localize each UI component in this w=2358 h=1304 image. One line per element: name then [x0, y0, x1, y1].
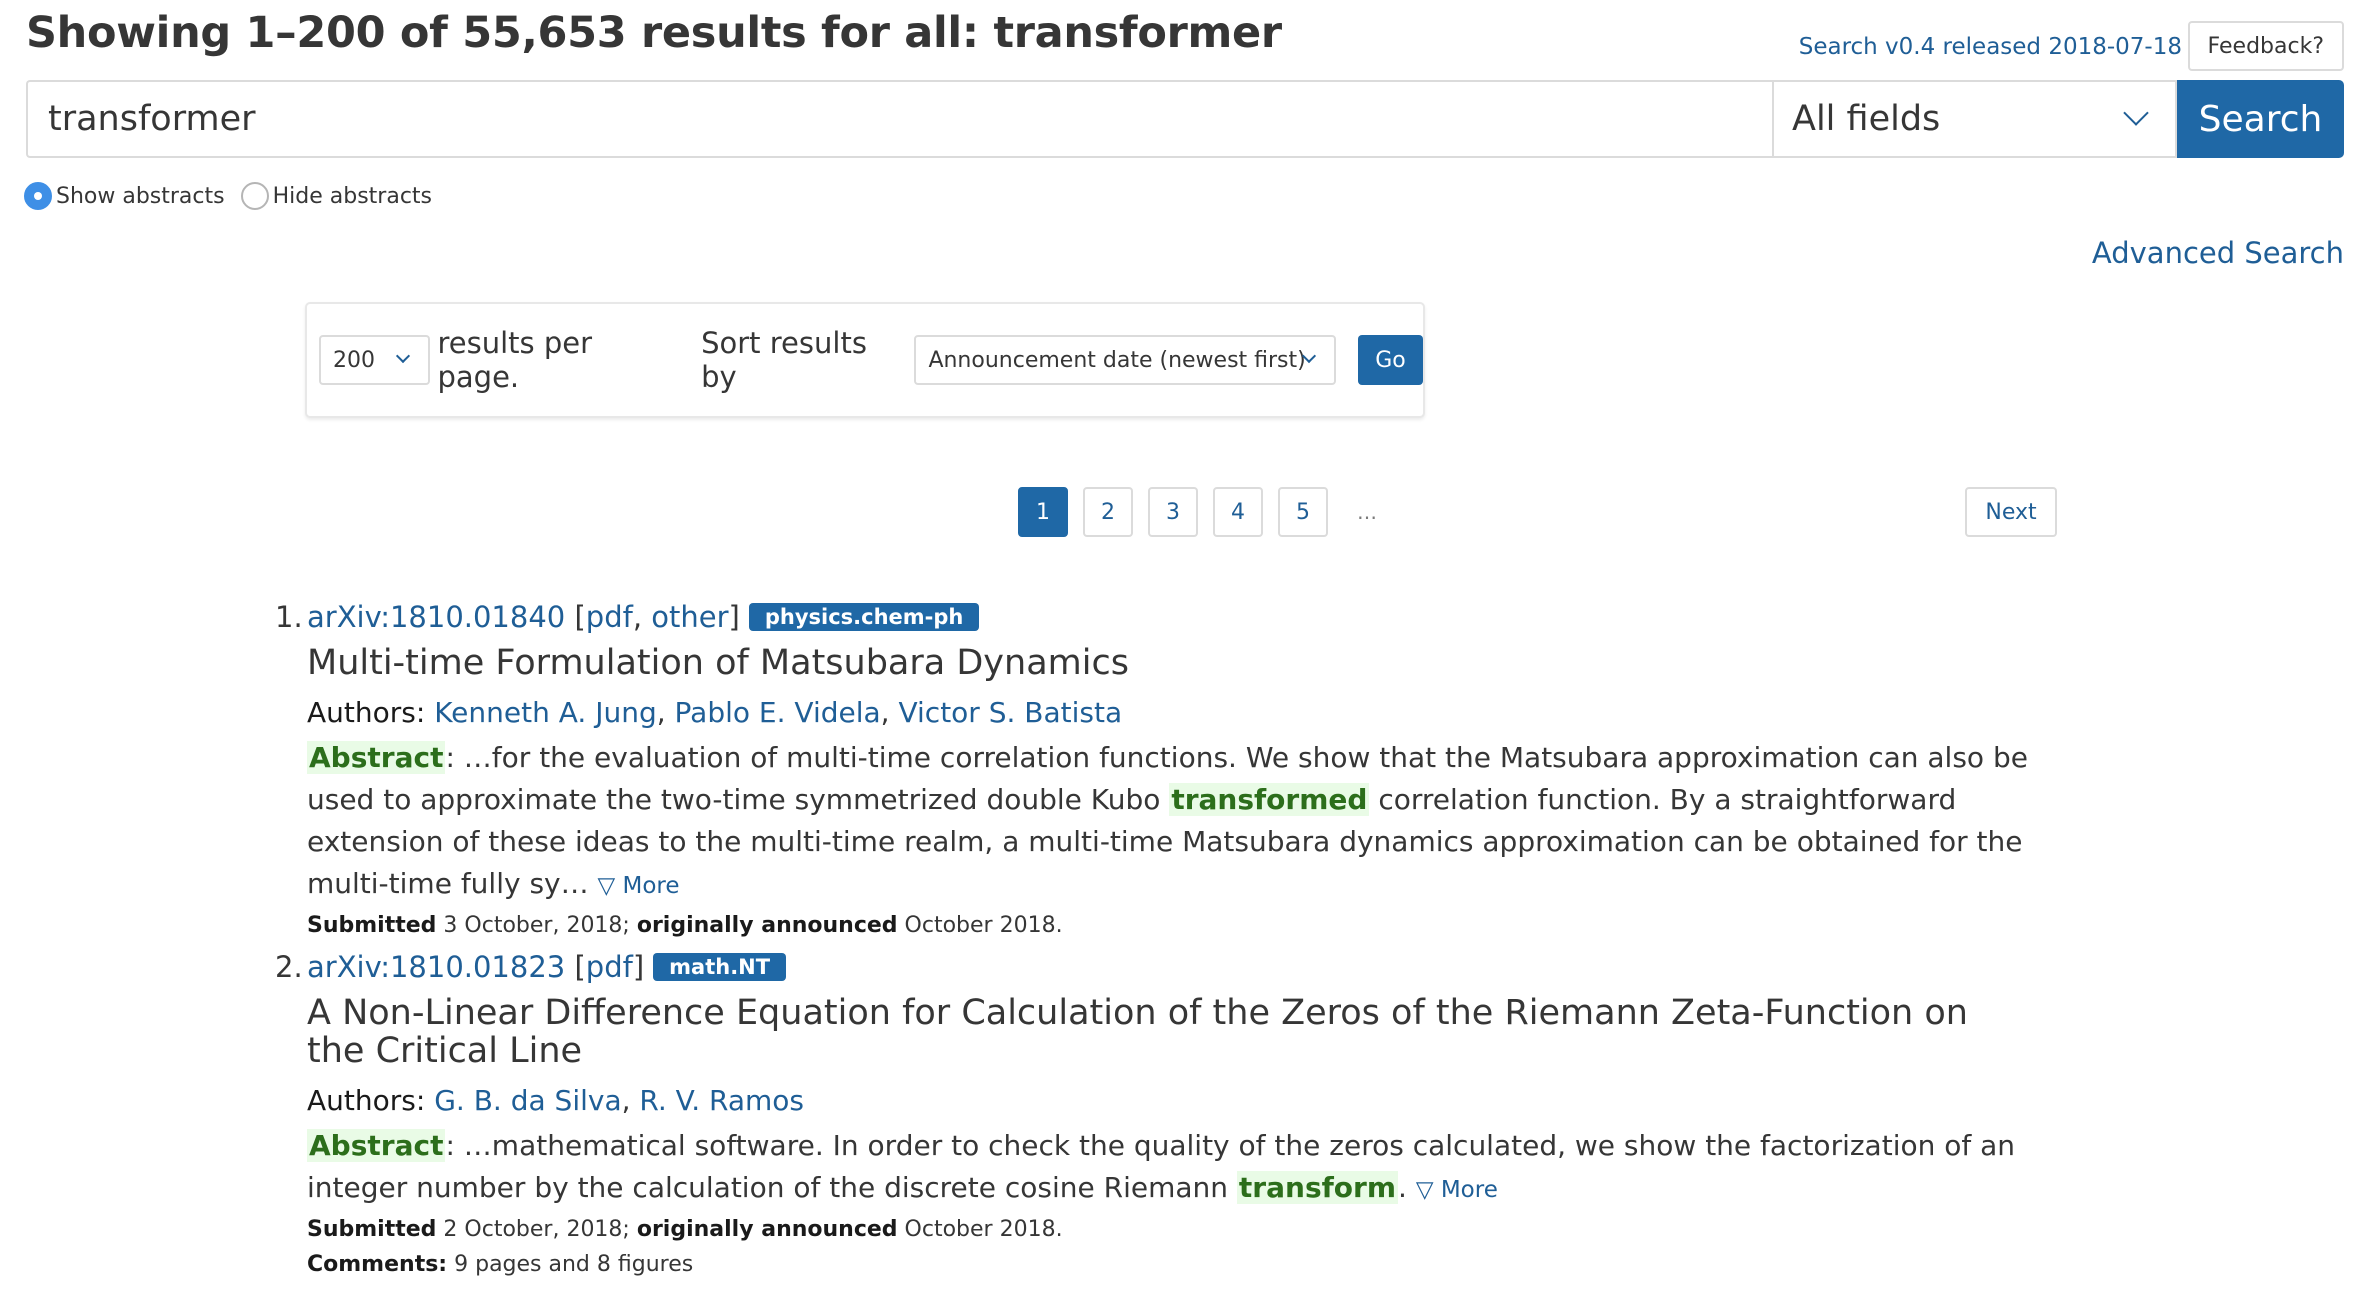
comments-info: Comments: 9 pages and 8 figures: [307, 1252, 2035, 1277]
author-link[interactable]: G. B. da Silva: [434, 1084, 621, 1117]
authors-label: Authors:: [307, 1084, 426, 1117]
pagination-ellipsis: …: [1357, 500, 1377, 524]
authors-line: Authors: G. B. da Silva, R. V. Ramos: [307, 1084, 805, 1117]
result-title: A Non-Linear Difference Equation for Cal…: [307, 993, 1968, 1071]
page-title: Showing 1–200 of 55,653 results for all:…: [26, 8, 1282, 58]
results-controls: 200 results per page. Sort results by An…: [305, 302, 1425, 418]
advanced-search-link[interactable]: Advanced Search: [2092, 236, 2344, 270]
abstract-label: Abstract: [307, 741, 446, 774]
search-field-value: All fields: [1792, 99, 1941, 139]
result-item: 1. arXiv:1810.01840 [pdf, other] physics…: [275, 600, 2035, 938]
search-term-highlight: transform: [1236, 1171, 1399, 1204]
pdf-link[interactable]: pdf: [586, 950, 633, 984]
page-1-button[interactable]: 1: [1018, 487, 1068, 537]
show-abstracts-label[interactable]: Show abstracts: [56, 184, 225, 209]
next-page-button[interactable]: Next: [1965, 487, 2057, 537]
pagination: 1 2 3 4 5 …: [1018, 487, 1377, 537]
more-toggle[interactable]: ▽ More: [1416, 1177, 1498, 1203]
search-button[interactable]: Search: [2177, 80, 2344, 158]
sort-label: Sort results by: [701, 326, 867, 394]
author-link[interactable]: Pablo E. Videla: [675, 696, 881, 729]
announced-date: October 2018.: [904, 1217, 1063, 1242]
announced-label: originally announced: [636, 1217, 898, 1242]
chevron-down-icon: [2123, 100, 2149, 126]
result-item: 2. arXiv:1810.01823 [pdf] math.NT A Non-…: [275, 950, 2035, 1277]
sort-select[interactable]: Announcement date (newest first): [914, 335, 1337, 385]
feedback-button[interactable]: Feedback?: [2187, 21, 2344, 71]
hide-abstracts-label[interactable]: Hide abstracts: [273, 184, 432, 209]
abstract-text: : …mathematical software. In order to ch…: [307, 1129, 2016, 1204]
pdf-link[interactable]: pdf: [586, 600, 633, 634]
other-formats-link[interactable]: other: [651, 600, 728, 634]
per-page-select[interactable]: 200: [319, 335, 430, 385]
search-term-highlight: transformed: [1169, 783, 1370, 816]
category-tag[interactable]: math.NT: [653, 953, 787, 981]
submission-info: Submitted 3 October, 2018; originally an…: [307, 913, 2035, 938]
page-3-button[interactable]: 3: [1148, 487, 1198, 537]
per-page-value: 200: [333, 347, 375, 373]
abstract-toggle: Show abstracts Hide abstracts: [24, 182, 448, 210]
author-link[interactable]: R. V. Ramos: [639, 1084, 804, 1117]
abstract-label: Abstract: [307, 1129, 446, 1162]
submitted-label: Submitted: [307, 913, 437, 938]
hide-abstracts-radio[interactable]: [240, 182, 269, 210]
author-link[interactable]: Kenneth A. Jung: [434, 696, 657, 729]
submitted-label: Submitted: [307, 1217, 437, 1242]
chevron-down-icon: [395, 348, 410, 364]
comments-label: Comments:: [307, 1252, 448, 1277]
announced-label: originally announced: [636, 913, 898, 938]
search-bar: All fields Search: [26, 80, 2344, 158]
search-field-select[interactable]: All fields: [1772, 80, 2177, 158]
more-toggle[interactable]: ▽ More: [598, 873, 680, 899]
authors-line: Authors: Kenneth A. Jung, Pablo E. Videl…: [307, 696, 1123, 729]
author-link[interactable]: Victor S. Batista: [898, 696, 1122, 729]
result-number: 2.: [275, 950, 303, 984]
go-button[interactable]: Go: [1358, 335, 1423, 385]
announced-date: October 2018.: [904, 913, 1063, 938]
category-tag[interactable]: physics.chem-ph: [748, 603, 980, 631]
result-title: Multi-time Formulation of Matsubara Dyna…: [307, 643, 1129, 683]
authors-label: Authors:: [307, 696, 426, 729]
page-2-button[interactable]: 2: [1083, 487, 1133, 537]
arxiv-id-link[interactable]: arXiv:1810.01823: [307, 950, 565, 984]
submitted-date: 2 October, 2018;: [443, 1217, 630, 1242]
submission-info: Submitted 2 October, 2018; originally an…: [307, 1217, 2035, 1242]
abstract-snippet: Abstract: …mathematical software. In ord…: [307, 1125, 2035, 1211]
search-input[interactable]: [26, 80, 1772, 158]
show-abstracts-radio[interactable]: [24, 182, 52, 210]
page-4-button[interactable]: 4: [1213, 487, 1263, 537]
page-5-button[interactable]: 5: [1278, 487, 1328, 537]
per-page-label: results per page.: [437, 326, 593, 394]
abstract-text: .: [1398, 1171, 1416, 1204]
comments-text: 9 pages and 8 figures: [454, 1252, 694, 1277]
release-notes-link[interactable]: Search v0.4 released 2018-07-18: [1799, 34, 2182, 60]
submitted-date: 3 October, 2018;: [443, 913, 630, 938]
result-number: 1.: [275, 600, 303, 634]
arxiv-id-link[interactable]: arXiv:1810.01840: [307, 600, 565, 634]
abstract-snippet: Abstract: …for the evaluation of multi-t…: [307, 737, 2035, 907]
sort-value: Announcement date (newest first): [928, 347, 1306, 373]
